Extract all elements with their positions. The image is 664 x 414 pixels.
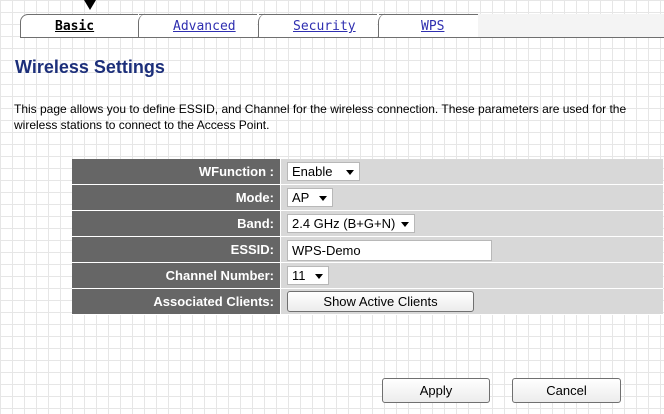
mode-label: Mode:	[72, 185, 280, 211]
tab-wps-label: WPS	[421, 19, 445, 34]
tab-security[interactable]: Security	[258, 14, 377, 37]
wfunction-row: WFunction : Enable	[72, 159, 663, 185]
tab-basic[interactable]: Basic	[20, 14, 138, 37]
band-select[interactable]: 2.4 GHz (B+G+N)	[287, 214, 415, 233]
tab-baseline	[20, 37, 664, 38]
tab-advanced[interactable]: Advanced	[138, 14, 257, 37]
channel-field: 11	[280, 263, 663, 289]
essid-row: ESSID: WPS-Demo	[72, 237, 663, 263]
essid-field: WPS-Demo	[280, 237, 663, 263]
band-row: Band: 2.4 GHz (B+G+N)	[72, 211, 663, 237]
tab-advanced-label: Advanced	[173, 19, 236, 34]
band-value: 2.4 GHz (B+G+N)	[292, 216, 396, 231]
tab-pointer-icon	[84, 0, 96, 10]
tab-bar-fill	[478, 14, 664, 37]
band-field: 2.4 GHz (B+G+N)	[280, 211, 663, 237]
wireless-settings-form: WFunction : Enable Mode: AP Band: 2.4 GH…	[72, 159, 663, 315]
wfunction-select[interactable]: Enable	[287, 162, 360, 181]
clients-label: Associated Clients:	[72, 289, 280, 315]
essid-input[interactable]: WPS-Demo	[287, 240, 492, 261]
chevron-down-icon	[401, 222, 409, 227]
tab-basic-label: Basic	[55, 19, 95, 34]
mode-value: AP	[292, 190, 310, 205]
clients-field: Show Active Clients	[280, 289, 663, 315]
essid-label: ESSID:	[72, 237, 280, 263]
wfunction-label: WFunction :	[72, 159, 280, 185]
channel-select[interactable]: 11	[287, 266, 329, 285]
tab-security-label: Security	[293, 19, 356, 34]
mode-select[interactable]: AP	[287, 188, 333, 207]
show-active-clients-button[interactable]: Show Active Clients	[287, 291, 474, 312]
chevron-down-icon	[346, 170, 354, 175]
band-label: Band:	[72, 211, 280, 237]
mode-field: AP	[280, 185, 663, 211]
chevron-down-icon	[319, 196, 327, 201]
clients-row: Associated Clients: Show Active Clients	[72, 289, 663, 315]
chevron-down-icon	[315, 274, 323, 279]
page-title: Wireless Settings	[15, 57, 165, 77]
wfunction-field: Enable	[280, 159, 663, 185]
tab-bar: Basic Advanced Security WPS	[0, 14, 664, 38]
channel-label: Channel Number:	[72, 263, 280, 289]
apply-button[interactable]: Apply	[382, 378, 490, 403]
channel-row: Channel Number: 11	[72, 263, 663, 289]
wfunction-value: Enable	[292, 164, 333, 179]
mode-row: Mode: AP	[72, 185, 663, 211]
channel-value: 11	[292, 268, 306, 283]
tab-wps[interactable]: WPS	[378, 14, 478, 37]
cancel-button[interactable]: Cancel	[512, 378, 621, 403]
page-description: This page allows you to define ESSID, an…	[14, 102, 627, 132]
